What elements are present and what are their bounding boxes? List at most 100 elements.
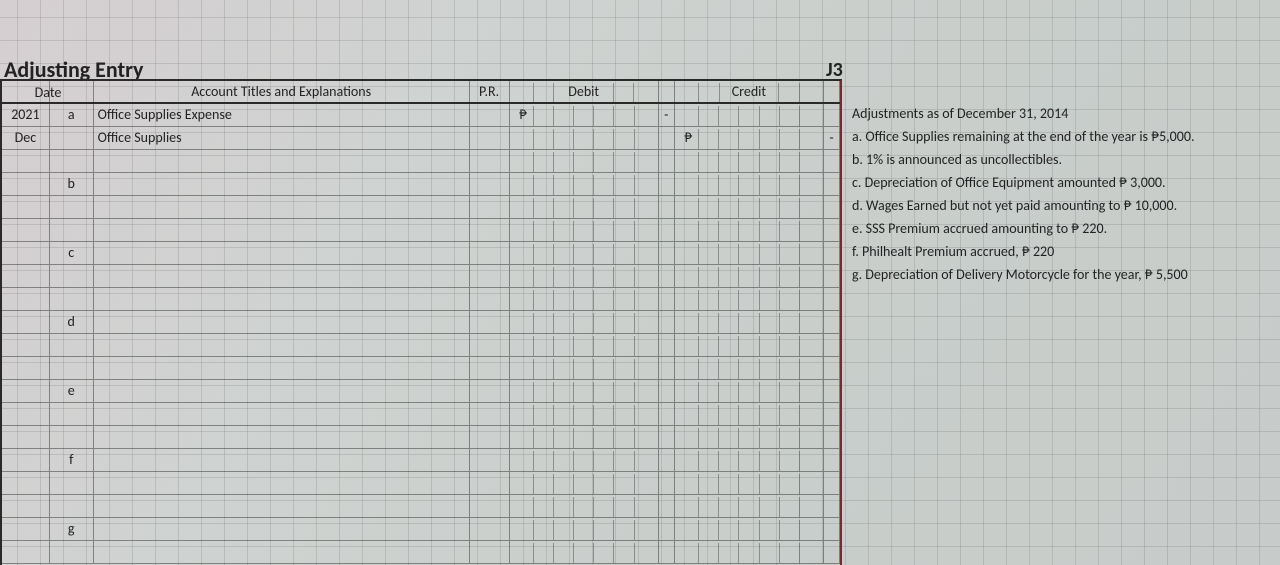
- table-cell[interactable]: [94, 173, 470, 195]
- table-row[interactable]: [2, 196, 840, 219]
- table-cell[interactable]: [824, 219, 840, 241]
- table-cell[interactable]: [50, 127, 94, 149]
- table-cell[interactable]: [824, 173, 840, 195]
- table-row[interactable]: [2, 357, 840, 380]
- table-cell[interactable]: [824, 334, 840, 356]
- table-cell[interactable]: [824, 449, 840, 471]
- table-cell[interactable]: [470, 472, 510, 494]
- table-cell[interactable]: [824, 495, 840, 517]
- amount-cell[interactable]: [510, 219, 659, 241]
- table-cell[interactable]: [659, 403, 675, 425]
- table-cell[interactable]: [50, 495, 94, 517]
- table-cell[interactable]: [2, 288, 50, 310]
- table-cell[interactable]: [94, 265, 470, 287]
- table-cell[interactable]: [470, 311, 510, 333]
- amount-cell[interactable]: [675, 518, 824, 540]
- table-cell[interactable]: [50, 265, 94, 287]
- table-cell[interactable]: [2, 242, 50, 264]
- table-cell[interactable]: [659, 173, 675, 195]
- table-cell[interactable]: [659, 426, 675, 448]
- table-cell[interactable]: [50, 541, 94, 563]
- table-row[interactable]: [2, 334, 840, 357]
- table-cell[interactable]: [659, 449, 675, 471]
- table-cell[interactable]: [2, 541, 50, 563]
- table-row[interactable]: [2, 426, 840, 449]
- table-cell[interactable]: [94, 541, 470, 563]
- table-row[interactable]: [2, 150, 840, 173]
- table-cell[interactable]: [2, 403, 50, 425]
- table-cell[interactable]: [470, 219, 510, 241]
- amount-cell[interactable]: [510, 173, 659, 195]
- table-cell[interactable]: [470, 242, 510, 264]
- amount-cell[interactable]: [510, 288, 659, 310]
- table-cell[interactable]: [470, 380, 510, 402]
- table-cell[interactable]: [2, 173, 50, 195]
- table-row[interactable]: g: [2, 518, 840, 541]
- amount-cell[interactable]: [675, 380, 824, 402]
- table-cell[interactable]: [659, 219, 675, 241]
- table-cell[interactable]: [659, 127, 675, 149]
- table-cell[interactable]: [94, 518, 470, 540]
- table-cell[interactable]: c: [50, 242, 94, 264]
- table-row[interactable]: b: [2, 173, 840, 196]
- amount-cell[interactable]: [510, 311, 659, 333]
- table-cell[interactable]: [659, 541, 675, 563]
- table-cell[interactable]: Dec: [2, 127, 50, 149]
- table-cell[interactable]: [659, 518, 675, 540]
- amount-cell[interactable]: [510, 495, 659, 517]
- table-row[interactable]: [2, 219, 840, 242]
- table-cell[interactable]: d: [50, 311, 94, 333]
- table-row[interactable]: c: [2, 242, 840, 265]
- table-cell[interactable]: Office Supplies: [94, 127, 470, 149]
- table-cell[interactable]: [2, 265, 50, 287]
- table-cell[interactable]: [824, 311, 840, 333]
- amount-cell[interactable]: [675, 242, 824, 264]
- table-cell[interactable]: [824, 518, 840, 540]
- table-cell[interactable]: [470, 173, 510, 195]
- table-cell[interactable]: [659, 380, 675, 402]
- table-cell[interactable]: [824, 288, 840, 310]
- amount-cell[interactable]: [675, 472, 824, 494]
- amount-cell[interactable]: [675, 288, 824, 310]
- table-cell[interactable]: [824, 357, 840, 379]
- table-row[interactable]: [2, 265, 840, 288]
- table-cell[interactable]: [659, 357, 675, 379]
- table-cell[interactable]: [2, 150, 50, 172]
- amount-cell[interactable]: [675, 334, 824, 356]
- table-cell[interactable]: [94, 403, 470, 425]
- table-cell[interactable]: e: [50, 380, 94, 402]
- table-cell[interactable]: [470, 449, 510, 471]
- table-cell[interactable]: [94, 242, 470, 264]
- table-cell[interactable]: Office Supplies Expense: [94, 104, 470, 126]
- table-cell[interactable]: [659, 150, 675, 172]
- table-cell[interactable]: [94, 334, 470, 356]
- table-cell[interactable]: [659, 265, 675, 287]
- amount-cell[interactable]: [675, 311, 824, 333]
- table-cell[interactable]: [94, 449, 470, 471]
- table-cell[interactable]: [2, 357, 50, 379]
- table-cell[interactable]: [470, 196, 510, 218]
- amount-cell[interactable]: [675, 104, 824, 126]
- table-cell[interactable]: [470, 357, 510, 379]
- amount-cell[interactable]: [510, 357, 659, 379]
- table-cell[interactable]: [2, 518, 50, 540]
- table-cell[interactable]: [94, 150, 470, 172]
- amount-cell[interactable]: [510, 150, 659, 172]
- amount-cell[interactable]: [510, 518, 659, 540]
- table-cell[interactable]: [824, 403, 840, 425]
- table-cell[interactable]: [2, 426, 50, 448]
- table-cell[interactable]: 2021: [2, 104, 50, 126]
- table-cell[interactable]: [2, 472, 50, 494]
- table-cell[interactable]: [824, 104, 840, 126]
- table-cell[interactable]: [94, 357, 470, 379]
- table-row[interactable]: [2, 288, 840, 311]
- table-cell[interactable]: a: [50, 104, 94, 126]
- table-row[interactable]: [2, 403, 840, 426]
- amount-cell[interactable]: [675, 449, 824, 471]
- table-cell[interactable]: [2, 334, 50, 356]
- amount-cell[interactable]: [510, 380, 659, 402]
- table-cell[interactable]: [94, 426, 470, 448]
- amount-cell[interactable]: [675, 541, 824, 563]
- table-cell[interactable]: [2, 449, 50, 471]
- table-cell[interactable]: [470, 127, 510, 149]
